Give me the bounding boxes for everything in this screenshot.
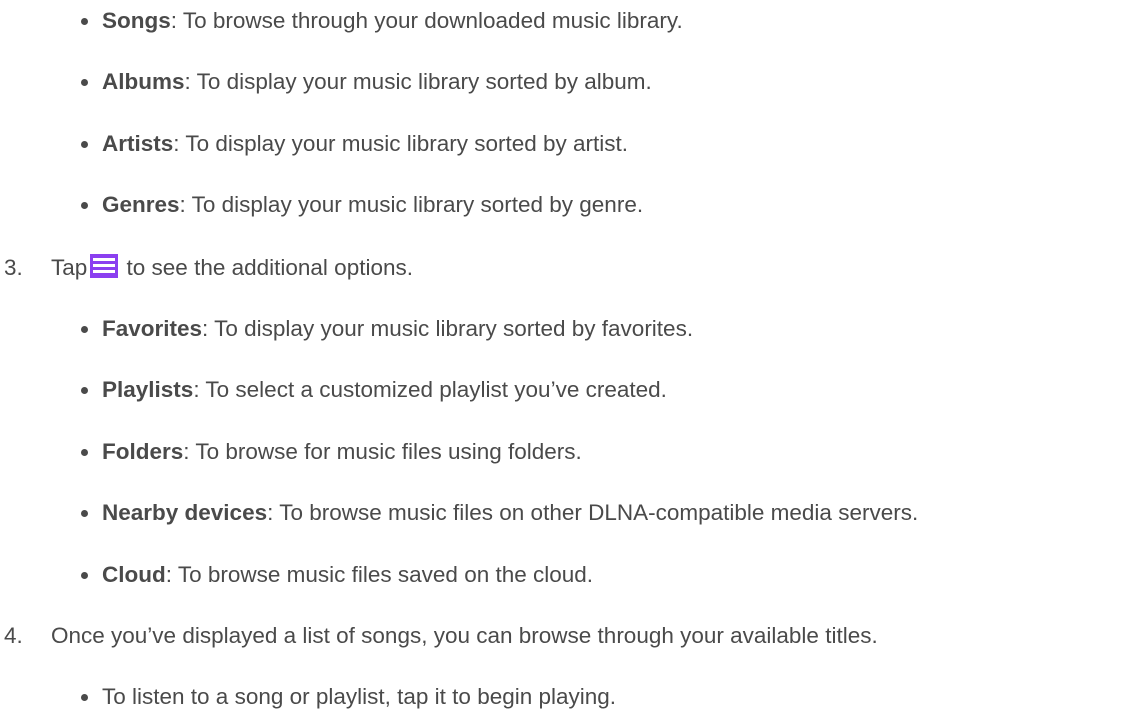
- item-description: : To browse music files saved on the clo…: [165, 562, 594, 587]
- item-description: : To display your music library sorted b…: [173, 131, 629, 156]
- bullet-dot: [81, 141, 88, 148]
- menu-icon: [90, 254, 119, 278]
- item-term: Genres: [102, 192, 180, 217]
- item-term: Cloud: [102, 562, 166, 587]
- bullet-dot: [81, 694, 88, 701]
- bullet-dot: [81, 387, 88, 394]
- item-description: : To display your music library sorted b…: [202, 316, 694, 341]
- item-description: : To select a customized playlist you’ve…: [193, 377, 667, 402]
- item-term: Folders: [102, 439, 184, 464]
- step-text: Once you’ve displayed a list of songs, y…: [51, 623, 878, 648]
- step-number: 3.: [4, 255, 23, 280]
- bullet-dot: [81, 79, 88, 86]
- item-term: Songs: [102, 8, 171, 33]
- bullet-dot: [81, 449, 88, 456]
- step-text-before: Tap: [51, 255, 88, 280]
- bullet-dot: [81, 202, 88, 209]
- item-description: : To display your music library sorted b…: [179, 192, 644, 217]
- bullet-dot: [81, 326, 88, 333]
- item-description: : To browse through your downloaded musi…: [170, 8, 683, 33]
- item-term: Nearby devices: [102, 500, 268, 525]
- bullet-dot: [81, 510, 88, 517]
- item-description: To listen to a song or playlist, tap it …: [102, 684, 617, 709]
- step-text-after: to see the additional options.: [120, 255, 413, 280]
- step-number: 4.: [4, 623, 23, 648]
- item-term: Artists: [102, 131, 174, 156]
- item-description: : To browse for music files using folder…: [183, 439, 582, 464]
- item-description: : To display your music library sorted b…: [184, 69, 652, 94]
- bullet-dot: [81, 18, 88, 25]
- item-term: Favorites: [102, 316, 203, 341]
- item-term: Albums: [102, 69, 185, 94]
- item-description: : To browse music files on other DLNA-co…: [267, 500, 919, 525]
- item-term: Playlists: [102, 377, 194, 402]
- bullet-dot: [81, 572, 88, 579]
